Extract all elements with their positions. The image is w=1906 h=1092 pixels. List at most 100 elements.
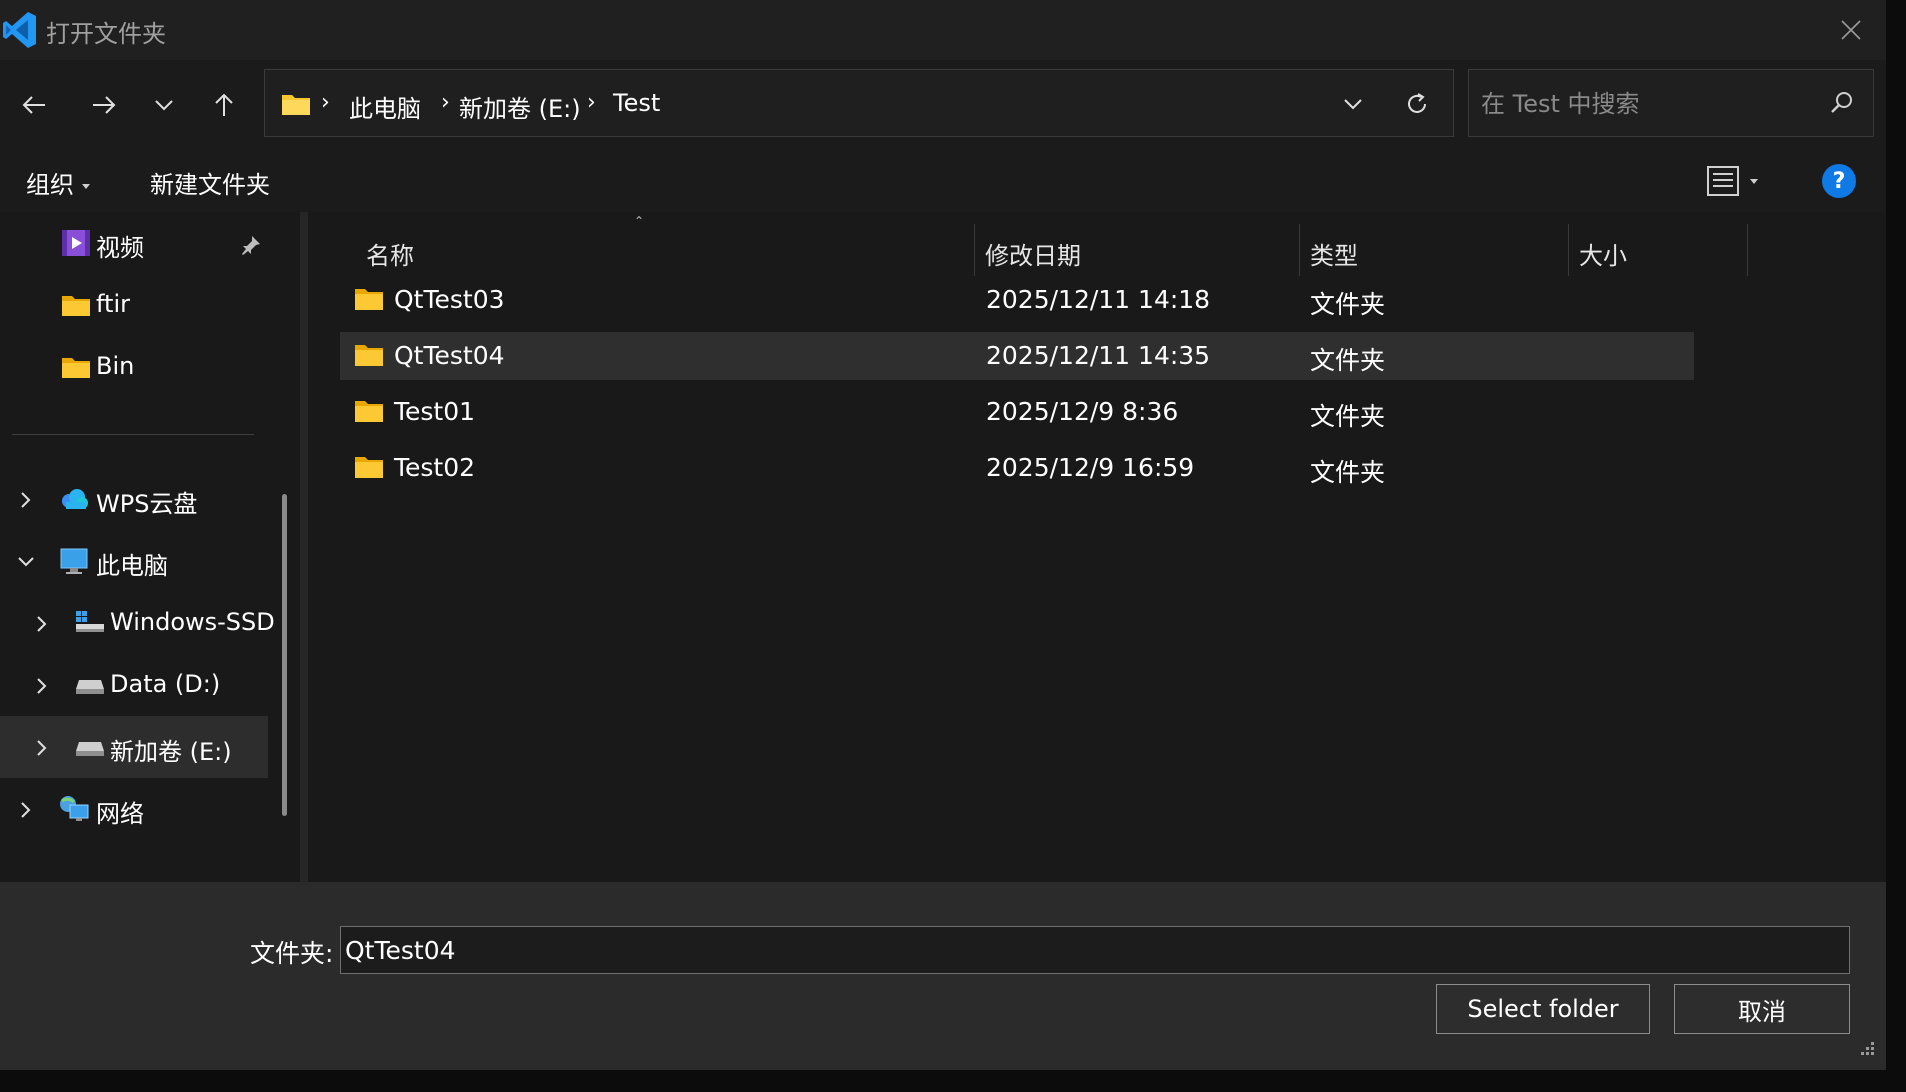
file-row-qttest04[interactable]: QtTest04 2025/12/11 14:35 文件夹 bbox=[340, 332, 1694, 380]
arrow-left-icon bbox=[22, 96, 45, 114]
network-icon bbox=[60, 796, 89, 821]
vscode-logo-icon bbox=[3, 12, 36, 48]
sidebar-item-label: 网络 bbox=[96, 800, 144, 828]
chevron-right-icon[interactable] bbox=[16, 490, 36, 510]
column-header-modified[interactable]: 修改日期 bbox=[975, 224, 1299, 278]
file-type: 文件夹 bbox=[1310, 402, 1386, 431]
file-modified: 2025/12/9 8:36 bbox=[986, 397, 1179, 426]
file-name: Test02 bbox=[394, 453, 476, 482]
up-button[interactable] bbox=[202, 83, 246, 127]
new-folder-button[interactable]: 新建文件夹 bbox=[150, 165, 270, 200]
chevron-right-icon[interactable] bbox=[32, 676, 52, 696]
file-name: QtTest04 bbox=[394, 341, 505, 370]
column-header-label: 类型 bbox=[1310, 242, 1358, 270]
sidebar-item-label: 新加卷 (E:) bbox=[110, 738, 232, 766]
close-button[interactable] bbox=[1816, 0, 1886, 60]
sidebar-scrollbar[interactable] bbox=[282, 494, 287, 816]
refresh-button[interactable] bbox=[1397, 84, 1437, 124]
select-folder-button[interactable]: Select folder bbox=[1436, 984, 1650, 1034]
sidebar-item-drive-e[interactable]: 新加卷 (E:) bbox=[0, 716, 268, 778]
video-icon bbox=[62, 230, 90, 256]
organize-label: 组织 bbox=[26, 171, 74, 199]
file-name: QtTest03 bbox=[394, 285, 505, 314]
search-input[interactable] bbox=[1479, 70, 1813, 138]
file-type: 文件夹 bbox=[1310, 458, 1386, 487]
computer-icon bbox=[60, 548, 88, 574]
sidebar-item-label: 此电脑 bbox=[96, 552, 168, 580]
file-row-test01[interactable]: Test01 2025/12/9 8:36 文件夹 bbox=[340, 388, 1694, 436]
sidebar-item-windows-ssd[interactable]: Windows-SSD bbox=[0, 592, 275, 654]
sidebar-item-network[interactable]: 网络 bbox=[0, 778, 268, 840]
folder-icon bbox=[355, 457, 383, 478]
chevron-right-icon[interactable] bbox=[32, 738, 52, 758]
organize-menu[interactable]: 组织 bbox=[26, 165, 90, 200]
resize-grip-icon[interactable] bbox=[1858, 1038, 1876, 1056]
caret-down-icon bbox=[82, 183, 90, 189]
sidebar-item-ftir[interactable]: ftir bbox=[0, 274, 268, 336]
file-type: 文件夹 bbox=[1310, 346, 1386, 375]
cloud-icon bbox=[62, 489, 88, 509]
pin-icon[interactable] bbox=[240, 234, 262, 256]
refresh-icon bbox=[1408, 93, 1426, 113]
sidebar-item-label: ftir bbox=[96, 290, 130, 318]
breadcrumb-separator: › bbox=[441, 90, 450, 115]
column-divider[interactable] bbox=[1747, 224, 1748, 276]
file-name: Test01 bbox=[394, 397, 476, 426]
sidebar-item-label: Bin bbox=[96, 352, 135, 380]
open-folder-dialog: 打开文件夹 › 此电脑 › 新加卷 (E:) › Test 在 Test 中搜索… bbox=[0, 0, 1886, 1070]
recent-locations-button[interactable] bbox=[142, 83, 186, 127]
column-header-name[interactable]: 名称 bbox=[340, 224, 974, 278]
address-history-button[interactable] bbox=[1333, 86, 1373, 122]
breadcrumb-test[interactable]: Test bbox=[613, 89, 660, 117]
navigation-pane: 视频 ftir Bin WPS云盘 此电脑 Windows-SSD Data (… bbox=[0, 212, 300, 882]
file-list-pane: ⌃ 名称 修改日期 类型 大小 QtTest03 2025/12/11 14:1… bbox=[308, 212, 1886, 882]
search-icon bbox=[1831, 92, 1852, 113]
folder-icon bbox=[282, 95, 310, 115]
title-bar: 打开文件夹 bbox=[0, 0, 1886, 60]
arrow-right-icon bbox=[93, 96, 116, 114]
folder-name-input[interactable] bbox=[340, 926, 1850, 974]
sidebar-item-this-pc[interactable]: 此电脑 bbox=[0, 530, 268, 592]
view-options-button[interactable] bbox=[1706, 164, 1766, 202]
navigation-bar: › 此电脑 › 新加卷 (E:) › Test bbox=[0, 60, 1886, 150]
folder-icon bbox=[355, 401, 383, 422]
column-header-label: 大小 bbox=[1579, 242, 1627, 270]
chevron-down-icon bbox=[155, 100, 173, 111]
column-header-size[interactable]: 大小 bbox=[1569, 224, 1747, 278]
sidebar-item-data-d[interactable]: Data (D:) bbox=[0, 654, 268, 716]
command-bar: 组织 新建文件夹 ? bbox=[0, 150, 1886, 212]
back-button[interactable] bbox=[12, 83, 56, 127]
folder-icon bbox=[355, 289, 383, 310]
column-header-label: 修改日期 bbox=[985, 242, 1081, 270]
sidebar-divider bbox=[12, 434, 254, 435]
details-view-icon bbox=[1707, 166, 1758, 196]
folder-field-label: 文件夹: bbox=[250, 939, 334, 968]
cancel-button[interactable]: 取消 bbox=[1674, 984, 1850, 1034]
breadcrumb-this-pc[interactable]: 此电脑 bbox=[349, 89, 421, 124]
forward-button[interactable] bbox=[82, 83, 126, 127]
breadcrumb-separator: › bbox=[587, 90, 596, 115]
sidebar-item-label: 视频 bbox=[96, 234, 144, 262]
breadcrumb-separator: › bbox=[321, 90, 330, 115]
drive-icon bbox=[76, 742, 104, 756]
file-row-test02[interactable]: Test02 2025/12/9 16:59 文件夹 bbox=[340, 444, 1694, 492]
file-modified: 2025/12/11 14:18 bbox=[986, 285, 1211, 314]
sidebar-item-bin[interactable]: Bin bbox=[0, 336, 268, 398]
chevron-right-icon[interactable] bbox=[16, 800, 36, 820]
breadcrumb-drive-e[interactable]: 新加卷 (E:) bbox=[459, 89, 581, 124]
address-bar[interactable]: › 此电脑 › 新加卷 (E:) › Test bbox=[264, 69, 1454, 137]
sidebar-item-videos[interactable]: 视频 bbox=[0, 212, 268, 274]
folder-icon bbox=[62, 296, 90, 316]
file-row-qttest03[interactable]: QtTest03 2025/12/11 14:18 文件夹 bbox=[340, 276, 1694, 324]
chevron-right-icon[interactable] bbox=[32, 614, 52, 634]
sidebar-item-wps-cloud[interactable]: WPS云盘 bbox=[0, 468, 268, 530]
column-header-type[interactable]: 类型 bbox=[1300, 224, 1568, 278]
folder-icon bbox=[62, 358, 90, 378]
chevron-down-icon[interactable] bbox=[16, 552, 36, 572]
search-box[interactable] bbox=[1468, 69, 1874, 138]
file-modified: 2025/12/11 14:35 bbox=[986, 341, 1211, 370]
file-type: 文件夹 bbox=[1310, 290, 1386, 319]
arrow-up-icon bbox=[215, 93, 233, 116]
help-button[interactable]: ? bbox=[1822, 164, 1856, 198]
pane-splitter[interactable] bbox=[300, 212, 308, 882]
